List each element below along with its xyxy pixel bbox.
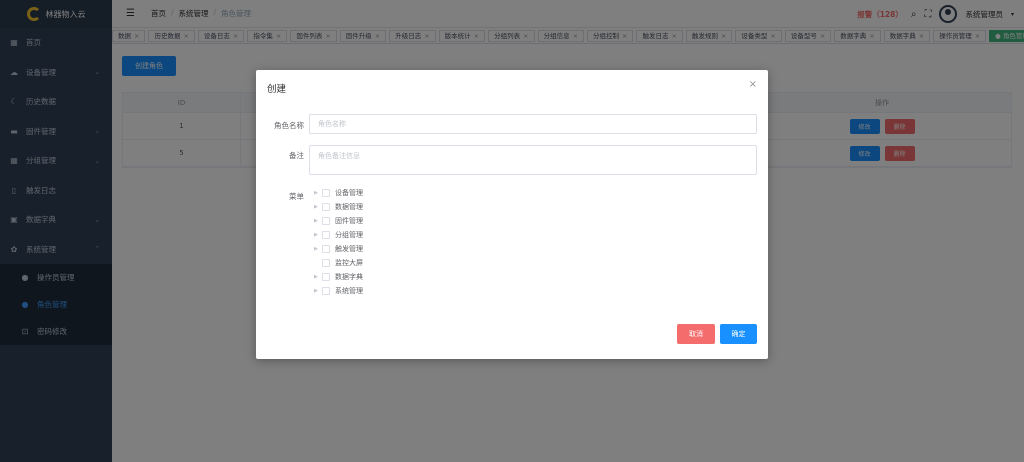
tree-node[interactable]: ▶ 数据管理 <box>314 200 363 214</box>
caret-right-icon[interactable]: ▶ <box>314 288 322 294</box>
confirm-button[interactable]: 确定 <box>720 324 757 344</box>
caret-right-icon[interactable]: ▶ <box>314 232 322 238</box>
role-name-label: 角色名称 <box>274 121 304 130</box>
caret-right-icon[interactable]: ▶ <box>314 218 322 224</box>
remark-label: 备注 <box>289 151 304 160</box>
tree-node-label: 固件管理 <box>335 217 363 225</box>
remark-textarea[interactable] <box>309 145 757 175</box>
tree-node-label: 数据字典 <box>335 273 363 281</box>
caret-right-icon[interactable]: ▶ <box>314 274 322 280</box>
close-icon[interactable]: × <box>749 79 757 90</box>
tree-node-label: 设备管理 <box>335 189 363 197</box>
tree-checkbox[interactable] <box>322 245 330 253</box>
tree-node[interactable]: ▶ 固件管理 <box>314 214 363 228</box>
role-name-input[interactable] <box>309 114 757 134</box>
tree-node-label: 数据管理 <box>335 203 363 211</box>
tree-checkbox[interactable] <box>322 189 330 197</box>
caret-right-icon[interactable]: ▶ <box>314 246 322 252</box>
tree-node[interactable]: ▶ 设备管理 <box>314 186 363 200</box>
tree-checkbox[interactable] <box>322 259 330 267</box>
tree-checkbox[interactable] <box>322 231 330 239</box>
tree-checkbox[interactable] <box>322 287 330 295</box>
create-role-dialog: 创建 × 角色名称 备注 菜单 ▶ 设备管理 ▶ 数据管理 ▶ 固件管理 ▶ 分组管理 ▶ 触发管… <box>256 70 768 359</box>
tree-checkbox[interactable] <box>322 217 330 225</box>
menu-label: 菜单 <box>289 192 304 201</box>
tree-node[interactable]: ▶ 触发管理 <box>314 242 363 256</box>
tree-node[interactable]: 监控大屏 <box>314 256 363 270</box>
cancel-button[interactable]: 取消 <box>677 324 715 344</box>
tree-node-label: 分组管理 <box>335 231 363 239</box>
tree-node-label: 监控大屏 <box>335 259 363 267</box>
tree-node[interactable]: ▶ 系统管理 <box>314 284 363 298</box>
caret-right-icon[interactable]: ▶ <box>314 204 322 210</box>
tree-checkbox[interactable] <box>322 273 330 281</box>
caret-right-icon[interactable]: ▶ <box>314 190 322 196</box>
tree-node[interactable]: ▶ 数据字典 <box>314 270 363 284</box>
tree-node-label: 系统管理 <box>335 287 363 295</box>
tree-checkbox[interactable] <box>322 203 330 211</box>
tree-node[interactable]: ▶ 分组管理 <box>314 228 363 242</box>
menu-tree: ▶ 设备管理 ▶ 数据管理 ▶ 固件管理 ▶ 分组管理 ▶ 触发管理监控大屏 ▶ 数据字典 ▶ 系统管理 <box>314 186 363 298</box>
tree-node-label: 触发管理 <box>335 245 363 253</box>
dialog-title: 创建 <box>267 84 287 95</box>
